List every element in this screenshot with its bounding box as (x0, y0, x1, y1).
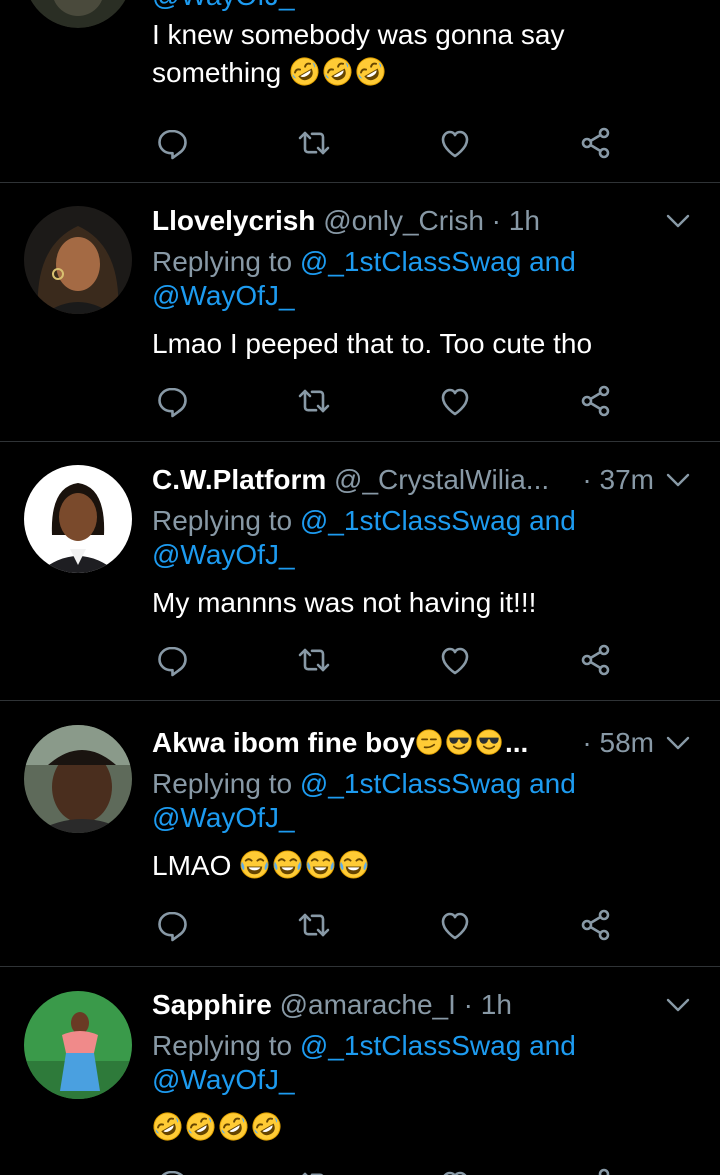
mention-link[interactable]: @WayOfJ_ (152, 1064, 295, 1095)
share-icon[interactable] (576, 381, 616, 421)
tweet-actions (152, 123, 622, 163)
display-name[interactable]: Akwa ibom fine boy... (152, 727, 528, 758)
rolling-laughing-emoji (322, 57, 355, 88)
mention-link[interactable]: @_1stClassSwag (300, 768, 521, 799)
tweet-thread: @WayOfJ_ I knew somebody was gonna say s… (0, 0, 720, 1175)
like-icon[interactable] (435, 381, 475, 421)
replying-to: Replying to @_1stClassSwag and @WayOfJ_ (152, 505, 576, 570)
separator: · (483, 205, 509, 236)
mention-link[interactable]: @_1stClassSwag (300, 1030, 521, 1061)
tweet-reply[interactable]: C.W.Platform @_CrystalWilia... · 37m Rep… (0, 442, 720, 700)
retweet-icon[interactable] (294, 381, 334, 421)
tweet-text: I knew somebody was gonna say something (152, 16, 692, 92)
joy-emoji (272, 850, 305, 881)
tweet-text: Lmao I peeped that to. Too cute tho (152, 328, 593, 359)
share-icon[interactable] (576, 123, 616, 163)
cool-emoji (475, 727, 505, 758)
tweet-text (152, 1109, 692, 1147)
replying-to: Replying to @_1stClassSwag and @WayOfJ_ (152, 768, 576, 833)
joy-emoji (305, 850, 338, 881)
rolling-laughing-emoji (152, 1112, 185, 1143)
separator: · (582, 727, 600, 758)
timestamp[interactable]: 1h (481, 989, 512, 1020)
replying-to: Replying to @_1stClassSwag and @WayOfJ_ (152, 1030, 576, 1095)
replying-to: Replying to @_1stClassSwag and @WayOfJ_ (152, 246, 576, 311)
avatar[interactable] (24, 725, 132, 833)
tweet-header: Sapphire @amarache_I · 1h (152, 985, 692, 1025)
reply-icon[interactable] (152, 123, 192, 163)
rolling-laughing-emoji (289, 57, 322, 88)
user-handle[interactable]: @_CrystalWilia... (334, 464, 549, 495)
timestamp[interactable]: 58m (600, 727, 654, 758)
retweet-icon[interactable] (294, 905, 334, 945)
tweet-reply[interactable]: @WayOfJ_ I knew somebody was gonna say s… (0, 0, 720, 182)
mention-link[interactable]: @_1stClassSwag (300, 505, 521, 536)
share-icon[interactable] (576, 640, 616, 680)
rolling-laughing-emoji (218, 1112, 251, 1143)
user-handle[interactable]: @amarache_I (280, 989, 456, 1020)
separator: · (582, 464, 600, 495)
mention-link[interactable]: @WayOfJ_ (152, 539, 295, 570)
tweet-body: Sapphire @amarache_I · 1h Replying to @_… (152, 985, 692, 1147)
avatar[interactable] (24, 0, 132, 28)
mention-link[interactable]: @WayOfJ_ (152, 0, 295, 11)
cool-emoji (445, 727, 475, 758)
tweet-body: Akwa ibom fine boy... · 58m Replying to … (152, 723, 692, 885)
tweet-text: My mannns was not having it!!! (152, 587, 537, 618)
chevron-down-icon[interactable] (664, 729, 692, 757)
tweet-body: @WayOfJ_ I knew somebody was gonna say s… (152, 0, 692, 92)
joy-emoji (338, 850, 371, 881)
chevron-down-icon[interactable] (664, 207, 692, 235)
tweet-actions (152, 381, 622, 421)
tweet-actions (152, 1164, 622, 1175)
tweet-reply[interactable]: Akwa ibom fine boy... · 58m Replying to … (0, 701, 720, 966)
avatar[interactable] (24, 465, 132, 573)
timestamp[interactable]: 37m (600, 464, 654, 495)
rolling-laughing-emoji (185, 1112, 218, 1143)
avatar[interactable] (24, 991, 132, 1099)
tweet-header: Llovelycrish @only_Crish · 1h (152, 201, 692, 241)
share-icon[interactable] (576, 905, 616, 945)
tweet-actions (152, 905, 622, 945)
display-name[interactable]: Sapphire (152, 989, 272, 1020)
tweet-actions (152, 640, 622, 680)
display-name[interactable]: Llovelycrish (152, 205, 315, 236)
retweet-icon[interactable] (294, 123, 334, 163)
retweet-icon[interactable] (294, 640, 334, 680)
tweet-reply[interactable]: Sapphire @amarache_I · 1h Replying to @_… (0, 967, 720, 1175)
mention-link[interactable]: @WayOfJ_ (152, 280, 295, 311)
smirk-emoji (415, 727, 445, 758)
like-icon[interactable] (435, 1164, 475, 1175)
tweet-header: C.W.Platform @_CrystalWilia... · 37m (152, 460, 692, 500)
reply-icon[interactable] (152, 1164, 192, 1175)
chevron-down-icon[interactable] (664, 466, 692, 494)
separator: · (455, 989, 481, 1020)
share-icon[interactable] (576, 1164, 616, 1175)
mention-link[interactable]: @_1stClassSwag (300, 246, 521, 277)
like-icon[interactable] (435, 640, 475, 680)
retweet-icon[interactable] (294, 1164, 334, 1175)
joy-emoji (239, 850, 272, 881)
user-handle[interactable]: @only_Crish (323, 205, 484, 236)
tweet-body: Llovelycrish @only_Crish · 1h Replying t… (152, 201, 692, 363)
tweet-text: LMAO (152, 847, 692, 885)
like-icon[interactable] (435, 123, 475, 163)
rolling-laughing-emoji (355, 57, 388, 88)
display-name[interactable]: C.W.Platform (152, 464, 326, 495)
reply-icon[interactable] (152, 381, 192, 421)
rolling-laughing-emoji (251, 1112, 284, 1143)
tweet-reply[interactable]: Llovelycrish @only_Crish · 1h Replying t… (0, 183, 720, 441)
tweet-body: C.W.Platform @_CrystalWilia... · 37m Rep… (152, 460, 692, 622)
avatar[interactable] (24, 206, 132, 314)
reply-icon[interactable] (152, 640, 192, 680)
chevron-down-icon[interactable] (664, 991, 692, 1019)
mention-link[interactable]: @WayOfJ_ (152, 802, 295, 833)
reply-icon[interactable] (152, 905, 192, 945)
like-icon[interactable] (435, 905, 475, 945)
timestamp[interactable]: 1h (509, 205, 540, 236)
tweet-header: Akwa ibom fine boy... · 58m (152, 723, 692, 763)
